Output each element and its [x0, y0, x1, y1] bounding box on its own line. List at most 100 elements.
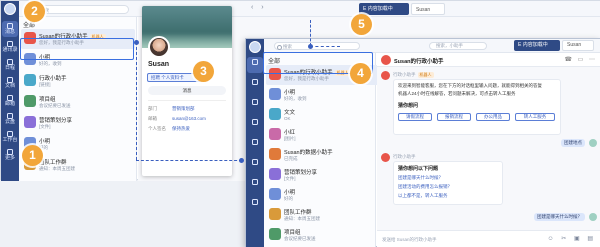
- row-label: 个人签名: [148, 126, 166, 131]
- conversation-preview: 好的，收到: [284, 96, 307, 101]
- row-value[interactable]: 营销策划部: [172, 106, 195, 112]
- rail-item-more[interactable]: [247, 197, 263, 213]
- conversation-item[interactable]: 小明 好的: [266, 185, 380, 205]
- mail-icon: [7, 95, 13, 101]
- connector-dot: [134, 40, 139, 45]
- rail-label: 通讯录: [2, 47, 18, 53]
- conversation-avatar: [269, 188, 281, 200]
- step-badge-5: 5: [351, 14, 372, 35]
- suggest-link[interactable]: 团建活动的费用怎么报销？: [398, 184, 452, 190]
- rail-item-workbench[interactable]: [247, 177, 263, 193]
- user-avatar[interactable]: [249, 41, 261, 53]
- tab-active[interactable]: E 内容加载中: [514, 40, 560, 51]
- conversation-item[interactable]: Susan的数据小助手 已完成: [266, 145, 380, 165]
- row-label: 部门: [148, 106, 157, 111]
- conversation-preview: 会议纪要已发送: [284, 236, 316, 241]
- user-avatar[interactable]: [4, 3, 16, 15]
- conversation-avatar: [24, 116, 36, 128]
- row-value[interactable]: susan@163.com: [172, 116, 206, 121]
- rail-label: 邮箱: [4, 101, 15, 107]
- profile-row-email: 邮箱 susan@163.com: [148, 116, 206, 122]
- rail-label: 更多: [4, 155, 15, 161]
- more-icon: [7, 149, 13, 155]
- history-arrows[interactable]: ‹ ›: [251, 4, 267, 11]
- rail-item-mail[interactable]: [247, 137, 263, 153]
- rail-item-calendar[interactable]: [247, 97, 263, 113]
- connector-line: [310, 20, 311, 46]
- my-avatar: [589, 139, 597, 147]
- rail-item-mail[interactable]: 邮箱: [2, 93, 18, 109]
- tab-active[interactable]: E 内容加载中: [359, 3, 409, 15]
- calendar-icon: [7, 59, 13, 65]
- suggest-link[interactable]: 团建是哪天什么时候？: [398, 175, 443, 181]
- conversation-avatar: [269, 88, 281, 100]
- suggest-link[interactable]: 以上都不是，转人工服务: [398, 193, 448, 199]
- rail-item-contacts[interactable]: [247, 77, 263, 93]
- conversation-name: 营销策划分享: [284, 168, 317, 176]
- send-message-button[interactable]: 消息: [148, 86, 226, 95]
- conversation-item[interactable]: 文文 OK: [266, 105, 380, 125]
- conversation-item[interactable]: 项目组 会议纪要已发送: [266, 225, 380, 245]
- conversation-avatar: [269, 108, 281, 120]
- rail-item-more[interactable]: 更多: [2, 147, 18, 163]
- tab-susan[interactable]: Susan: [562, 40, 594, 51]
- quick-reply-button[interactable]: 请假流程: [398, 113, 432, 121]
- highlight-selected-conversation: [20, 38, 134, 60]
- step-badge-3: 3: [193, 61, 214, 82]
- top-bar: 搜索 ‹ › E 内容加载中 Susan: [19, 1, 600, 17]
- conversation-name: 营销策划分享: [39, 116, 72, 124]
- conversation-item[interactable]: 营销策划分享 [文件]: [21, 113, 135, 133]
- connector-line: [136, 42, 137, 160]
- rail-item-messages[interactable]: 消息: [2, 21, 18, 37]
- conversation-preview: [文件]: [284, 176, 296, 181]
- step-badge-1: 1: [22, 145, 43, 166]
- conversation-item[interactable]: 团队工作群 通知：本周五团建: [266, 205, 380, 225]
- rail-item-calendar[interactable]: 日程: [2, 57, 18, 73]
- rail-label: 日程: [4, 65, 15, 71]
- composer-placeholder: 发送给 Susan的行政小助手: [382, 237, 437, 242]
- grid-icon: [7, 131, 13, 137]
- conversation-item[interactable]: 行政小助手 [链接]: [21, 71, 135, 91]
- conversation-name: 行政小助手: [39, 74, 67, 82]
- quick-reply-button[interactable]: 办公用品: [476, 113, 510, 121]
- conversation-avatar: [269, 128, 281, 140]
- rail-item-workbench[interactable]: 工作台: [2, 129, 18, 145]
- my-avatar: [589, 213, 597, 221]
- conversation-name: 团队工作群: [39, 158, 67, 166]
- rail-item-drive[interactable]: 云盘: [2, 111, 18, 127]
- suggest-heading: 猜你想问以下问题: [398, 166, 439, 172]
- rail-item-docs[interactable]: [247, 117, 263, 133]
- message-composer[interactable]: 发送给 Susan的行政小助手 ☺ ✂ ▣ ▤: [377, 230, 600, 247]
- tab-susan[interactable]: Susan: [411, 3, 445, 15]
- chat-panel: Susan的行政小助手 ☎ ▭ ⋯ 行政小助手 机器人 欢迎来到智能客服，您在下方…: [377, 53, 600, 247]
- transfer-human-button[interactable]: 转人工服务: [515, 113, 555, 121]
- conversation-preview: 通知：本周五团建: [39, 166, 75, 171]
- rail-item-drive[interactable]: [247, 157, 263, 173]
- conversation-item[interactable]: 营销策划分享 [文件]: [266, 165, 380, 185]
- profile-card: Susan 招聘 个人资料卡 消息 部门 营销策划部 邮箱 susan@163.co…: [142, 6, 232, 176]
- conversation-item[interactable]: 小红 [图片]: [266, 125, 380, 145]
- bot-tag: 机器人: [417, 72, 434, 78]
- chat-header: Susan的行政小助手 ☎ ▭ ⋯: [377, 53, 600, 67]
- conversation-name: 项目组: [284, 228, 301, 236]
- row-label: 邮箱: [148, 116, 157, 121]
- conversation-name: 文文: [284, 108, 295, 116]
- composer-toolbar-icons[interactable]: ☺ ✂ ▣ ▤: [548, 235, 597, 242]
- step-badge-4: 4: [350, 63, 371, 84]
- conversation-item[interactable]: 项目组 会议纪要已发送: [21, 92, 135, 112]
- conversation-item[interactable]: 小明 好的，收到: [266, 85, 380, 105]
- conversation-avatar: [269, 168, 281, 180]
- search-icon: [277, 44, 282, 50]
- header-action-icons[interactable]: ☎ ▭ ⋯: [565, 56, 597, 63]
- bot-avatar: [381, 153, 390, 162]
- rail-item-contacts[interactable]: 通讯录: [2, 39, 18, 55]
- quick-reply-button[interactable]: 报销流程: [437, 113, 471, 121]
- rail-item-docs[interactable]: 文档: [2, 75, 18, 91]
- conversation-name: Susan的数据小助手: [284, 148, 333, 156]
- rail-label: 工作台: [2, 137, 18, 143]
- conversation-preview: [链接]: [39, 82, 51, 87]
- conversation-name: 项目组: [39, 95, 56, 103]
- center-search-input[interactable]: 搜索，小助手: [429, 42, 487, 50]
- my-message: 团建是哪天什么时候？: [534, 213, 585, 221]
- rail-item-messages[interactable]: [247, 57, 263, 73]
